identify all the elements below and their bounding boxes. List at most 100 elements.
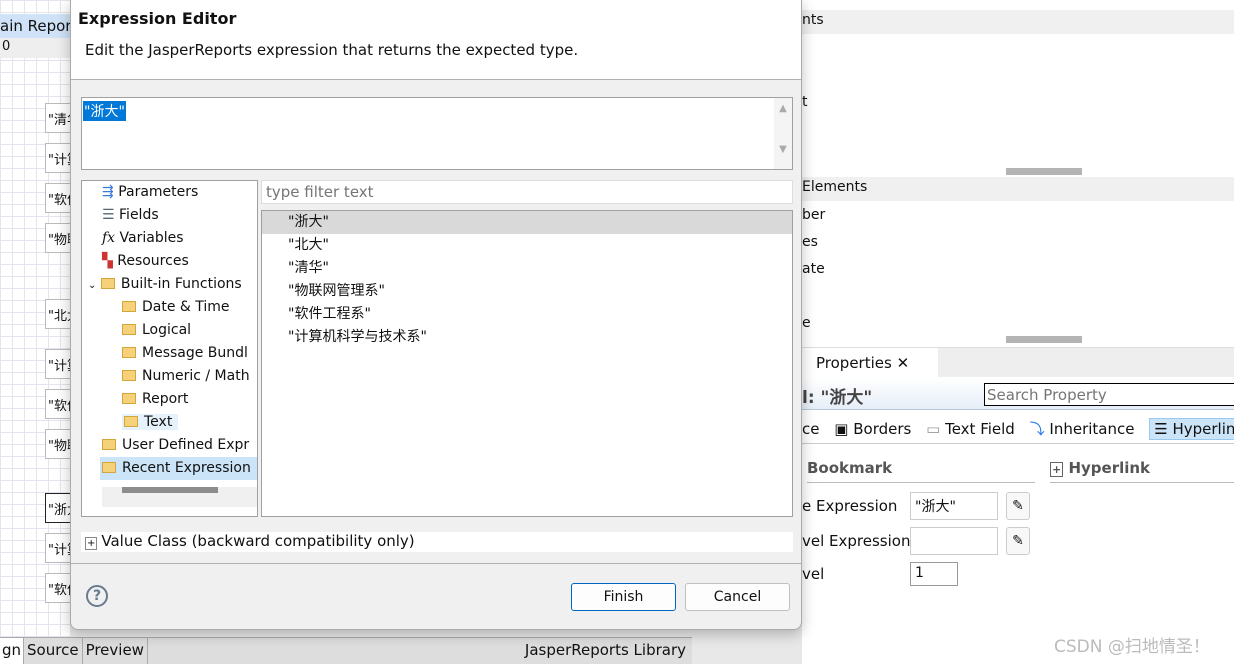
element-item[interactable]: ber <box>802 207 825 223</box>
expand-icon: + <box>1050 462 1064 477</box>
hyperlink-icon: ☰ <box>1154 420 1168 438</box>
tab-inheritance[interactable]: ⤵ Inheritance <box>1030 418 1135 439</box>
bookmark-level-expression-label: vel Expression <box>802 532 911 550</box>
list-item[interactable]: "计算机科学与技术系" <box>262 326 792 349</box>
inheritance-icon: ⤵ <box>1029 420 1045 438</box>
anchor-expression-label: e Expression <box>802 497 898 515</box>
properties-tabbar: Properties ✕ <box>802 347 1234 378</box>
element-item[interactable]: e <box>802 315 811 331</box>
tree-label: Date & Time <box>142 299 230 315</box>
tree-label: Variables <box>119 230 184 246</box>
close-icon[interactable]: ✕ <box>897 354 910 372</box>
tab-appearance[interactable]: ce <box>802 420 819 438</box>
folder-icon <box>122 347 136 358</box>
value-class-section[interactable]: + Value Class (backward compatibility onl… <box>81 532 793 552</box>
tab-inheritance-label: Inheritance <box>1049 420 1135 438</box>
tree-item-fields[interactable]: ☰ Fields <box>102 204 257 227</box>
edit-expression-icon[interactable]: ✎ <box>1006 527 1030 555</box>
bookmark-section[interactable]: Bookmark <box>807 459 1035 483</box>
list-item[interactable]: "清华" <box>262 257 792 280</box>
tree-item-recent[interactable]: Recent Expression <box>100 457 257 480</box>
expression-textarea[interactable]: "浙大" ▲ ▼ <box>81 97 793 170</box>
tab-text-field[interactable]: ▭ Text Field <box>926 420 1015 438</box>
tree-label: Logical <box>142 322 192 338</box>
search-property-input[interactable] <box>984 383 1234 406</box>
chevron-down-icon: ⌄ <box>88 280 97 291</box>
tree-item-report[interactable]: Report <box>102 388 257 411</box>
folder-icon <box>100 278 115 289</box>
edit-expression-icon[interactable]: ✎ <box>1006 492 1030 520</box>
sash-handle[interactable] <box>1006 168 1082 175</box>
divider <box>71 563 801 564</box>
element-item[interactable]: ate <box>802 261 825 277</box>
tab-text-field-label: Text Field <box>945 420 1015 438</box>
list-item[interactable]: "物联网管理系" <box>262 280 792 303</box>
tree-label: Numeric / Math <box>142 368 250 384</box>
tree-label: Parameters <box>118 184 199 200</box>
fx-icon: fx <box>102 230 116 246</box>
expand-icon: + <box>85 537 98 550</box>
textarea-scrollbar[interactable]: ▲ ▼ <box>774 98 792 169</box>
element-item[interactable]: es <box>802 234 818 250</box>
folder-icon <box>102 462 116 473</box>
tab-design[interactable]: gn <box>0 638 25 664</box>
cancel-button[interactable]: Cancel <box>685 583 790 611</box>
folder-icon <box>124 416 138 427</box>
finish-button[interactable]: Finish <box>571 583 676 611</box>
tab-hyperlink[interactable]: ☰ Hyperlink <box>1149 418 1234 440</box>
list-item[interactable]: "浙大" <box>262 211 792 234</box>
resources-icon: ▚ <box>102 253 113 269</box>
tree-hscrollbar[interactable] <box>102 487 257 507</box>
right-panel: nts t Elements ber es ate e Properties ✕… <box>802 0 1234 664</box>
watermark: CSDN @扫地情圣！ <box>1054 637 1210 657</box>
bookmark-level-label: vel <box>802 565 825 583</box>
tab-source[interactable]: Source <box>24 638 83 664</box>
sash-handle[interactable] <box>1006 336 1082 343</box>
parameters-icon: ⇶ <box>102 184 114 200</box>
tree-item-text[interactable]: Text <box>102 411 257 434</box>
properties-tab[interactable]: Properties ✕ <box>802 348 938 378</box>
ruler: 0 <box>0 38 70 58</box>
editor-bottom-tabs: gn Source Preview JasperReports Library <box>0 637 692 664</box>
dialog-title: Expression Editor <box>78 9 237 28</box>
property-tabs: ce ▣ Borders ▭ Text Field ⤵ Inheritance … <box>802 418 1234 444</box>
outline-item[interactable]: t <box>802 94 808 110</box>
filter-input[interactable] <box>261 180 793 204</box>
tree-item-message-bundle[interactable]: Message Bundl <box>102 342 257 365</box>
tree-item-resources[interactable]: ▚ Resources <box>102 250 257 273</box>
dialog-description: Edit the JasperReports expression that r… <box>85 41 579 59</box>
function-list: "浙大" "北大" "清华" "物联网管理系" "软件工程系" "计算机科学与技… <box>261 210 793 517</box>
bookmark-level-spinner[interactable]: 1 <box>910 562 958 586</box>
tree-label: Text <box>144 414 173 430</box>
elements-header: Elements <box>802 177 1234 201</box>
tree-item-logical[interactable]: Logical <box>102 319 257 342</box>
tree-item-user-defined[interactable]: User Defined Expr <box>102 434 257 457</box>
borders-icon: ▣ <box>834 420 849 438</box>
list-item[interactable]: "北大" <box>262 234 792 257</box>
anchor-expression-field[interactable]: "浙大" <box>910 492 998 520</box>
fields-icon: ☰ <box>102 207 115 223</box>
tab-preview[interactable]: Preview <box>83 638 148 664</box>
folder-icon <box>122 324 136 335</box>
hyperlink-section-label: Hyperlink <box>1068 459 1151 477</box>
bookmark-level-expression-field[interactable] <box>910 527 998 555</box>
tab-borders[interactable]: ▣ Borders <box>834 420 911 438</box>
editor-tab[interactable]: ain Repor <box>0 14 70 38</box>
help-icon[interactable]: ? <box>86 585 108 607</box>
value-class-label: Value Class (backward compatibility only… <box>101 532 415 550</box>
report-design-canvas[interactable]: ain Repor 0 "清华 "计算 "软件 "物联 "北大 "计算 "软件 … <box>0 0 75 664</box>
tree-item-numeric-math[interactable]: Numeric / Math <box>102 365 257 388</box>
tree-item-variables[interactable]: fx Variables <box>102 227 257 250</box>
folder-icon <box>122 301 136 312</box>
tree-item-parameters[interactable]: ⇶ Parameters <box>102 181 257 204</box>
tree-item-builtin-functions[interactable]: ⌄ Built-in Functions <box>88 273 257 296</box>
library-label: JasperReports Library <box>524 641 686 659</box>
element-title: l: "浙大" <box>802 388 873 408</box>
list-item[interactable]: "软件工程系" <box>262 303 792 326</box>
hyperlink-section[interactable]: + Hyperlink <box>1050 459 1234 483</box>
tab-hyperlink-label: Hyperlink <box>1172 420 1234 438</box>
tree-item-date-time[interactable]: Date & Time <box>102 296 257 319</box>
folder-icon <box>122 393 136 404</box>
tree-label: Report <box>142 391 189 407</box>
properties-title-bar: l: "浙大" <box>802 378 1234 410</box>
